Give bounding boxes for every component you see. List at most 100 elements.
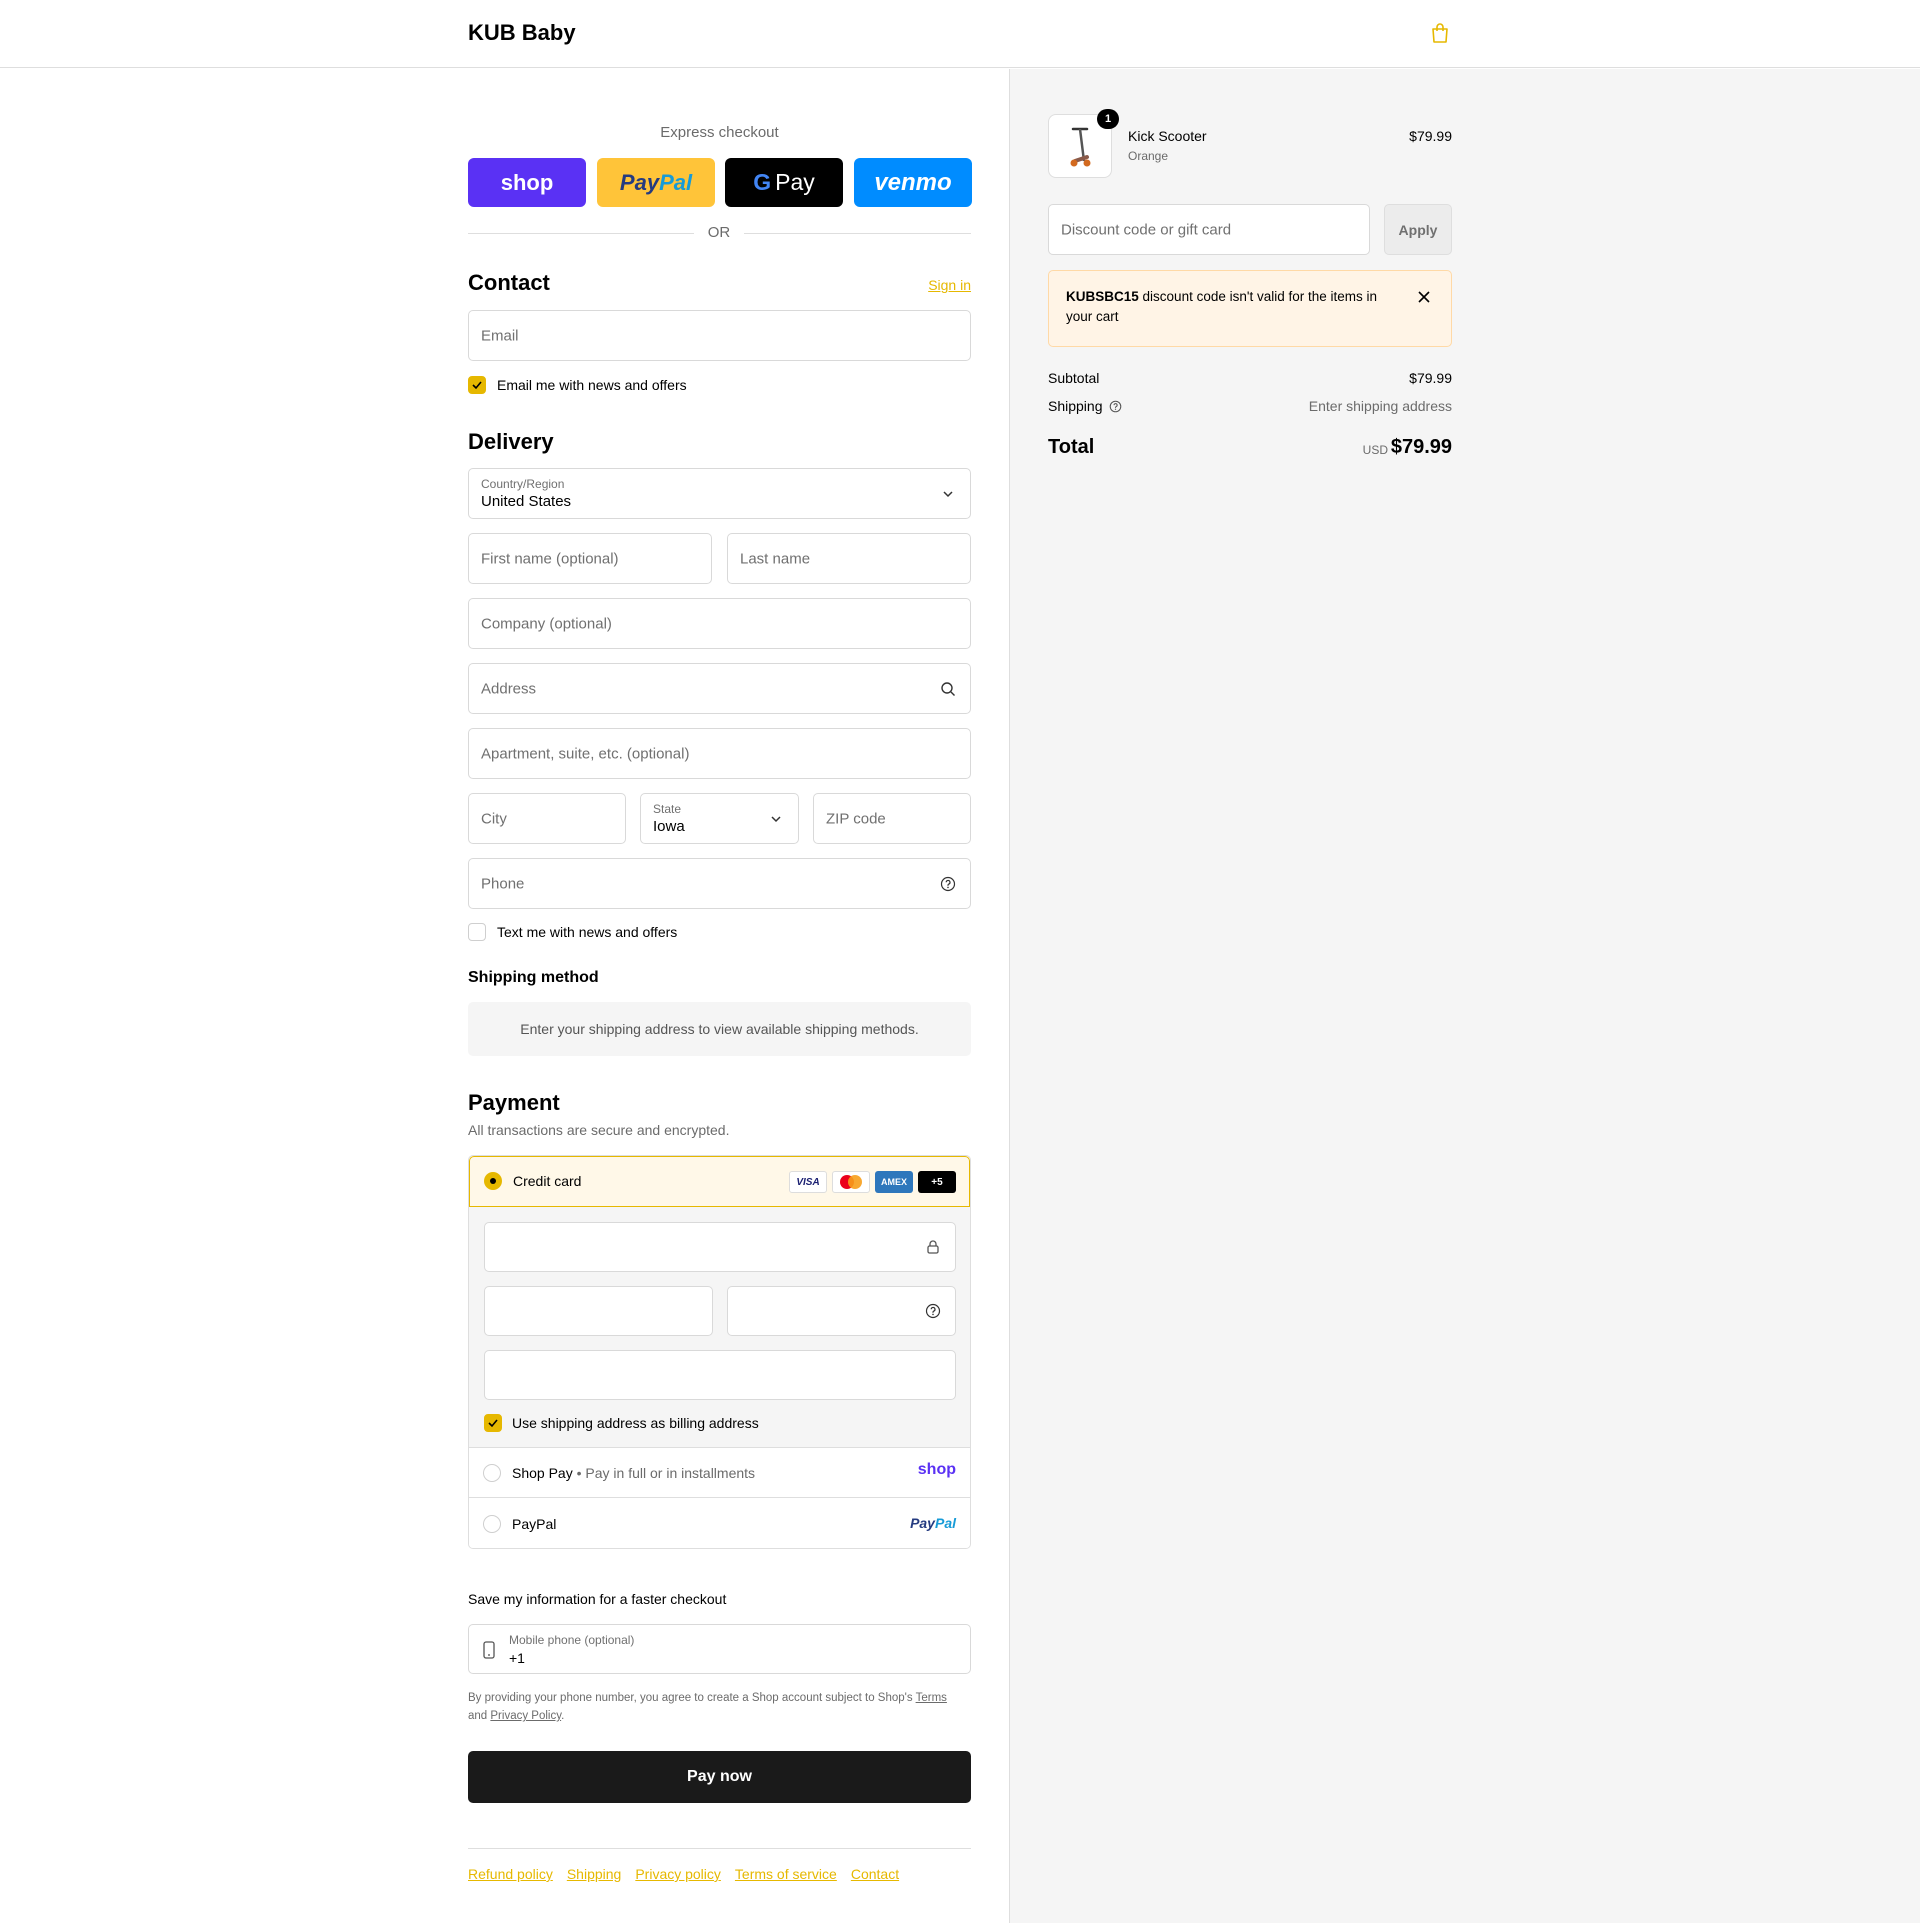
order-summary-panel [1009, 69, 1920, 1923]
payment-title: Payment [468, 1090, 560, 1115]
refund-policy-link[interactable]: Refund policy [468, 1866, 553, 1882]
brand-logo[interactable]: KUB Baby [468, 20, 576, 46]
shop-logo: shop [917, 1461, 956, 1478]
last-name-placeholder: Last name [740, 550, 811, 567]
product-price: $79.99 [1409, 128, 1452, 144]
country-select[interactable]: Country/Region United States [468, 468, 971, 519]
shop-pay-option[interactable]: Shop Pay • Pay in full or in installment… [469, 1448, 970, 1498]
shop-pay-button[interactable]: shop [468, 158, 586, 207]
venmo-button[interactable]: venmo [854, 158, 972, 207]
company-field[interactable]: Company (optional) [468, 598, 971, 649]
mastercard-icon [832, 1171, 870, 1193]
google-g-icon: G [753, 169, 772, 195]
sign-in-link[interactable]: Sign in [900, 277, 971, 293]
credit-card-form: Use shipping address as billing address [469, 1207, 970, 1448]
city-placeholder: City [481, 810, 507, 827]
alert-code: KUBSBC15 [1066, 289, 1139, 304]
apartment-field[interactable]: Apartment, suite, etc. (optional) [468, 728, 971, 779]
card-number-field[interactable] [484, 1222, 956, 1272]
lock-icon [927, 1240, 939, 1254]
zip-field[interactable]: ZIP code [813, 793, 971, 844]
payment-subtitle: All transactions are secure and encrypte… [468, 1122, 730, 1138]
first-name-field[interactable]: First name (optional) [468, 533, 712, 584]
google-pay-button[interactable]: G Pay [725, 158, 843, 207]
help-circle-icon[interactable] [925, 1303, 941, 1319]
discount-code-field[interactable]: Discount code or gift card [1048, 204, 1370, 255]
credit-card-option[interactable]: Credit card VISA AMEX +5 [469, 1156, 970, 1207]
state-select[interactable]: State Iowa [640, 793, 799, 844]
phone-field[interactable]: Phone [468, 858, 971, 909]
express-checkout-label: Express checkout [660, 124, 779, 141]
shopping-bag-icon[interactable] [1430, 22, 1450, 44]
paypal-logo-a: Pay [619, 169, 660, 195]
or-separator: OR [707, 224, 731, 241]
total-label: Total [1048, 436, 1095, 458]
search-icon [941, 681, 955, 696]
alert-message: KUBSBC15 discount code isn't valid for t… [1066, 287, 1396, 327]
amex-icon: AMEX [875, 1171, 913, 1193]
mobile-phone-label: Mobile phone (optional) [509, 1633, 635, 1647]
apply-discount-button[interactable]: Apply [1384, 204, 1452, 255]
help-circle-icon[interactable] [940, 876, 956, 892]
legal-text: By providing your phone number, you agre… [468, 1689, 971, 1725]
pay-now-button[interactable]: Pay now [468, 1751, 971, 1803]
text-news-checkbox[interactable] [468, 923, 486, 941]
divider-right [744, 233, 971, 234]
country-value: United States [481, 493, 572, 510]
privacy-policy-footer-link[interactable]: Privacy policy [635, 1866, 721, 1882]
paypal-logo: PayPal [910, 1515, 956, 1531]
mobile-phone-icon [483, 1641, 495, 1659]
expiry-field[interactable] [484, 1286, 713, 1336]
shipping-method-message: Enter your shipping address to view avai… [468, 1002, 971, 1056]
apartment-placeholder: Apartment, suite, etc. (optional) [481, 745, 690, 762]
legal-end: . [561, 1710, 565, 1722]
address-field[interactable]: Address [468, 663, 971, 714]
first-name-placeholder: First name (optional) [481, 550, 619, 567]
paypal-logo-b: Pal [659, 169, 693, 195]
mobile-phone-field[interactable]: Mobile phone (optional) +1 [468, 1624, 971, 1674]
quantity-badge: 1 [1097, 109, 1119, 129]
help-circle-icon[interactable] [1109, 400, 1122, 413]
name-on-card-field[interactable] [484, 1350, 956, 1400]
check-icon [488, 1419, 498, 1428]
email-field[interactable]: Email [468, 310, 971, 361]
billing-same-checkbox[interactable] [484, 1414, 502, 1432]
security-code-field[interactable] [727, 1286, 956, 1336]
visa-icon: VISA [789, 1171, 827, 1193]
terms-of-service-link[interactable]: Terms of service [735, 1866, 837, 1882]
email-news-checkbox[interactable] [468, 376, 486, 394]
last-name-field[interactable]: Last name [727, 533, 971, 584]
privacy-policy-link[interactable]: Privacy Policy [490, 1710, 561, 1722]
credit-card-radio[interactable] [484, 1172, 502, 1190]
billing-same-label: Use shipping address as billing address [512, 1415, 759, 1431]
email-placeholder: Email [481, 327, 519, 344]
terms-link[interactable]: Terms [916, 1692, 947, 1704]
delivery-title: Delivery [468, 429, 554, 454]
chevron-down-icon [771, 815, 781, 822]
shipping-label: Shipping [1048, 398, 1122, 414]
more-cards-badge: +5 [918, 1171, 956, 1193]
payment-methods: Credit card VISA AMEX +5 Use shipping ad… [468, 1155, 971, 1549]
close-icon[interactable] [1416, 289, 1432, 305]
chevron-down-icon [943, 490, 953, 497]
product-name: Kick Scooter [1128, 128, 1207, 144]
city-field[interactable]: City [468, 793, 626, 844]
contact-link[interactable]: Contact [851, 1866, 899, 1882]
shop-pay-name: Shop Pay [512, 1465, 573, 1481]
email-news-label: Email me with news and offers [497, 377, 687, 393]
footer-divider [468, 1848, 971, 1849]
phone-placeholder: Phone [481, 875, 525, 892]
company-placeholder: Company (optional) [481, 615, 612, 632]
discount-error-alert: KUBSBC15 discount code isn't valid for t… [1048, 270, 1452, 347]
paypal-radio[interactable] [483, 1515, 501, 1533]
country-label: Country/Region [481, 477, 565, 491]
paypal-option[interactable]: PayPal PayPal [469, 1499, 970, 1548]
shop-pay-radio[interactable] [483, 1464, 501, 1482]
shipping-link[interactable]: Shipping [567, 1866, 622, 1882]
text-news-label: Text me with news and offers [497, 924, 678, 940]
credit-card-label: Credit card [513, 1173, 582, 1189]
shop-pay-label: Shop Pay • Pay in full or in installment… [512, 1465, 756, 1481]
paypal-button[interactable]: Pay Pal [597, 158, 715, 207]
zip-placeholder: ZIP code [826, 810, 886, 827]
legal-text-a: By providing your phone number, you agre… [468, 1692, 913, 1704]
